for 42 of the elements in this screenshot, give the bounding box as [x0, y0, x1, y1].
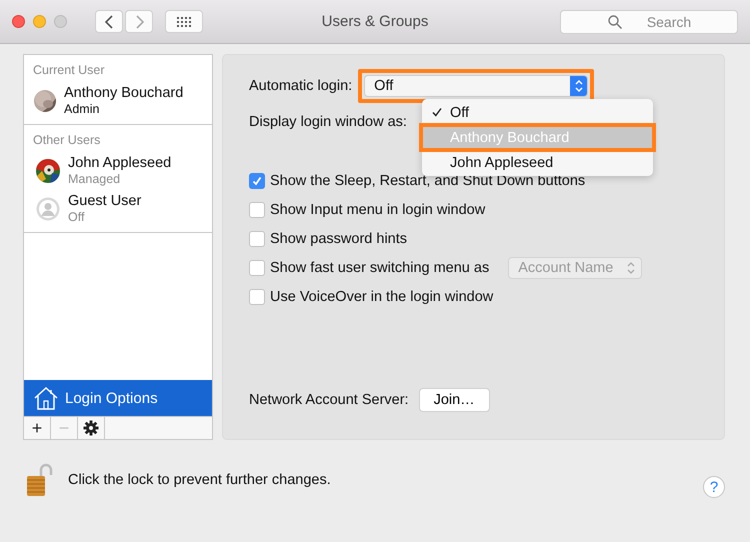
- grid-icon: [177, 16, 191, 26]
- checkmark-icon: [252, 176, 262, 186]
- gear-icon: [83, 420, 99, 436]
- stepper-arrows-icon: [627, 261, 636, 275]
- search-field[interactable]: Search: [560, 10, 738, 34]
- field-label: Network Account Server:: [249, 392, 409, 408]
- minimize-button[interactable]: [33, 15, 46, 28]
- option-label: Show password hints: [270, 231, 408, 247]
- field-label: Automatic login:: [249, 78, 352, 94]
- house-icon: [33, 386, 59, 410]
- login-options-item[interactable]: Login Options: [24, 380, 212, 416]
- checkbox[interactable]: [249, 260, 265, 276]
- add-button[interactable]: +: [24, 417, 51, 439]
- join-button[interactable]: Join…: [418, 388, 490, 412]
- checkbox[interactable]: [249, 202, 265, 218]
- chevron-right-icon: [134, 14, 144, 28]
- option-label: Use VoiceOver in the login window: [270, 289, 494, 305]
- unlocked-padlock-icon[interactable]: [26, 463, 54, 497]
- section-heading: Current User: [32, 63, 106, 77]
- back-button[interactable]: [95, 10, 123, 33]
- user-list-item[interactable]: Guest User Off: [24, 190, 212, 228]
- user-list-item[interactable]: Anthony Bouchard Admin: [24, 82, 212, 120]
- show-all-button[interactable]: [165, 10, 203, 33]
- checkmark-icon: [432, 106, 442, 116]
- checkbox[interactable]: [249, 173, 265, 189]
- help-button[interactable]: ?: [703, 476, 725, 498]
- search-icon: [608, 14, 622, 28]
- zoom-button[interactable]: [54, 15, 67, 28]
- chevron-left-icon: [104, 14, 114, 28]
- close-button[interactable]: [12, 15, 25, 28]
- window-title: Users & Groups: [322, 13, 428, 30]
- stepper-arrows-icon: [570, 76, 588, 96]
- user-list-item[interactable]: John Appleseed Managed: [24, 152, 212, 190]
- section-heading: Other Users: [32, 133, 102, 147]
- user-silhouette-icon: [36, 197, 60, 221]
- option-label: Show Input menu in login window: [270, 202, 486, 218]
- field-label: Display login window as:: [249, 114, 408, 130]
- option-label: Show fast user switching menu as: [270, 260, 490, 276]
- checkbox[interactable]: [249, 231, 265, 247]
- lock-message: Click the lock to prevent further changes.: [68, 472, 331, 488]
- automatic-login-popup[interactable]: Off: [364, 75, 588, 97]
- checkbox[interactable]: [249, 289, 265, 305]
